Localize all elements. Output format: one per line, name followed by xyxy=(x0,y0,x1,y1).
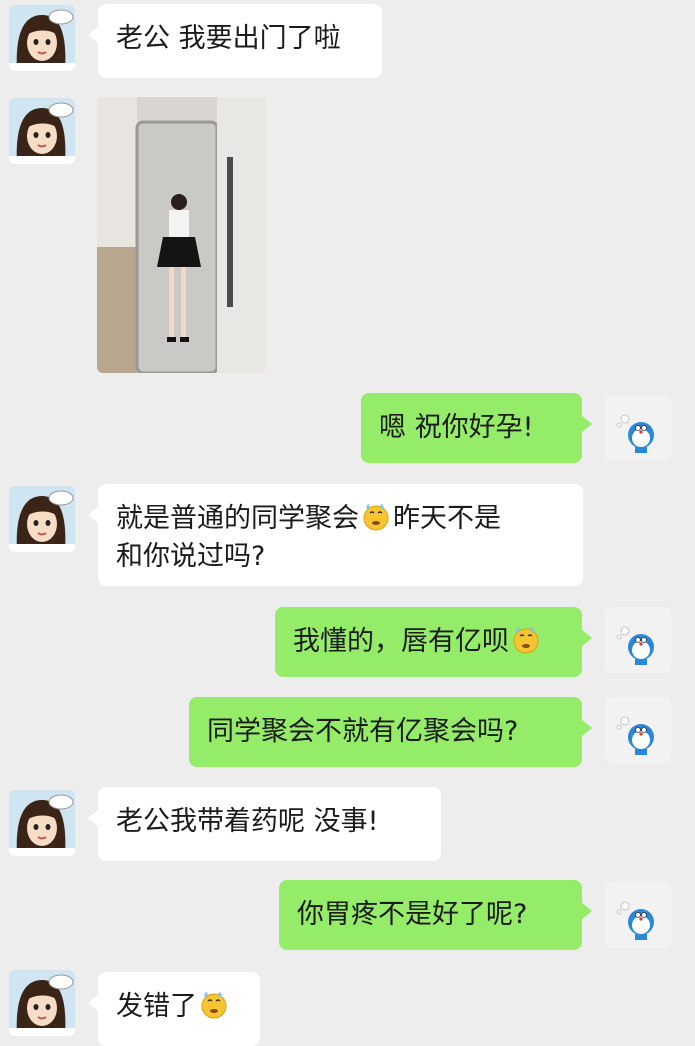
message-text: 老公 我要出门了啦 xyxy=(116,23,341,54)
message-text: 同学聚会不就有亿聚会吗? xyxy=(207,716,519,747)
sweat-emoji-icon xyxy=(511,625,541,655)
doraemon-avatar-icon[interactable] xyxy=(605,607,671,673)
doraemon-avatar-icon[interactable] xyxy=(605,697,671,763)
message-bubble[interactable]: 老公 我要出门了啦 xyxy=(88,4,382,78)
doraemon-avatar-icon[interactable] xyxy=(605,882,671,948)
message-text: 昨天不是 xyxy=(393,503,501,534)
message-text: 老公我带着药呢 没事! xyxy=(116,806,379,837)
mirror-selfie-image xyxy=(97,97,266,373)
message-text: 发错了 xyxy=(116,991,197,1022)
message-bubble[interactable]: 老公我带着药呢 没事! xyxy=(88,787,441,861)
girl-avatar-icon[interactable] xyxy=(9,970,75,1036)
doraemon-avatar-icon[interactable] xyxy=(605,395,671,461)
girl-avatar-icon[interactable] xyxy=(9,486,75,552)
message-text: 和你说过吗? xyxy=(116,541,266,572)
girl-avatar-icon[interactable] xyxy=(9,5,75,71)
message-text: 你胃疼不是好了呢? xyxy=(297,899,528,930)
sweat-emoji-icon xyxy=(361,502,391,532)
photo-message[interactable] xyxy=(97,97,266,373)
sweat-emoji-icon xyxy=(199,990,229,1020)
message-bubble[interactable]: 嗯 祝你好孕! xyxy=(361,393,592,463)
message-bubble[interactable]: 我懂的，唇有亿呗 xyxy=(275,607,592,677)
girl-avatar-icon[interactable] xyxy=(9,98,75,164)
message-text: 嗯 祝你好孕! xyxy=(379,412,534,443)
girl-avatar-icon[interactable] xyxy=(9,790,75,856)
message-bubble[interactable]: 你胃疼不是好了呢? xyxy=(279,880,592,950)
message-text: 就是普通的同学聚会 xyxy=(116,503,359,534)
message-bubble[interactable]: 就是普通的同学聚会 昨天不是 和你说过吗? xyxy=(88,484,583,586)
message-bubble[interactable]: 发错了 xyxy=(88,972,260,1046)
message-text: 我懂的，唇有亿呗 xyxy=(293,626,509,657)
message-bubble[interactable]: 同学聚会不就有亿聚会吗? xyxy=(189,697,592,767)
